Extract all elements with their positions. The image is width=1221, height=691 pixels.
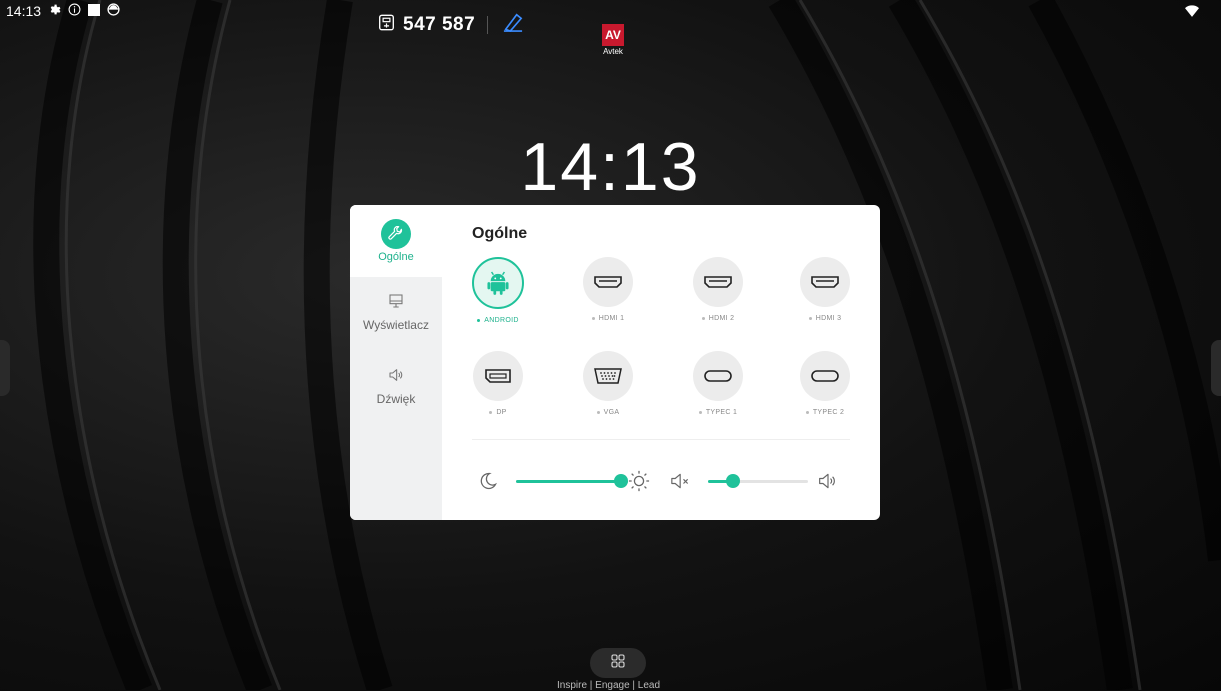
source-dp[interactable]: DP (453, 351, 543, 416)
source-label: VGA (563, 409, 653, 416)
hdmi-icon (800, 257, 850, 307)
slider-fill (516, 480, 628, 483)
sidebar-item-label: Dźwięk (376, 392, 416, 406)
room-code: 547 587 (403, 13, 476, 35)
source-hdmi-3[interactable]: HDMI 3 (780, 257, 870, 322)
source-android[interactable]: ANDROID (453, 257, 543, 324)
right-edge-handle[interactable] (1211, 340, 1221, 396)
brightness-control (478, 469, 650, 493)
volume-icon (818, 471, 838, 496)
pen-icon[interactable] (502, 12, 524, 37)
settings-sidebar: Ogólne Wyświetlacz Dźwięk (350, 205, 442, 520)
brightness-slider[interactable] (516, 469, 628, 493)
mute-icon (670, 471, 692, 496)
wifi-icon (1185, 4, 1199, 21)
divider (487, 15, 489, 34)
monitor-icon (350, 293, 442, 313)
left-edge-handle[interactable] (0, 340, 10, 396)
big-clock: 14:13 (520, 129, 701, 205)
sidebar-item-sound[interactable]: Dźwięk (350, 367, 442, 406)
volume-slider[interactable] (708, 469, 808, 493)
hdmi-icon (583, 257, 633, 307)
volume-control (670, 469, 840, 493)
source-label: TYPEC 1 (673, 409, 763, 416)
source-hdmi-2[interactable]: HDMI 2 (673, 257, 763, 322)
broadcast-icon (378, 14, 395, 36)
source-label: DP (453, 409, 543, 416)
usb-c-icon (693, 351, 743, 401)
brand-tagline: Inspire | Engage | Lead (557, 680, 661, 691)
square-icon[interactable] (88, 3, 101, 19)
settings-panel: Ogólne Wyświetlacz Dźwięk Ogólne ANDROID… (350, 205, 880, 520)
slider-knob[interactable] (726, 474, 740, 488)
panel-title: Ogólne (472, 225, 528, 242)
info-icon[interactable] (68, 3, 81, 19)
source-typec-1[interactable]: TYPEC 1 (673, 351, 763, 416)
source-label: HDMI 3 (780, 315, 870, 322)
vga-icon (583, 351, 633, 401)
gear-icon[interactable] (48, 3, 61, 19)
room-code-bar: 547 587 (378, 12, 524, 37)
source-vga[interactable]: VGA (563, 351, 653, 416)
source-label: ANDROID (453, 317, 543, 324)
android-icon (472, 257, 524, 309)
divider (472, 439, 850, 440)
displayport-icon (473, 351, 523, 401)
sidebar-item-label: Wyświetlacz (363, 318, 429, 332)
camera-icon[interactable] (107, 3, 120, 19)
source-label: HDMI 1 (563, 315, 653, 322)
hdmi-icon (693, 257, 743, 307)
moon-icon (478, 471, 498, 496)
brand-name: Avtek (603, 47, 623, 56)
slider-knob[interactable] (614, 474, 628, 488)
usb-c-icon (800, 351, 850, 401)
status-bar: 14:13 (0, 0, 1221, 22)
speaker-icon (350, 367, 442, 387)
source-typec-2[interactable]: TYPEC 2 (780, 351, 870, 416)
brand-logo: AV Avtek (598, 24, 628, 56)
status-time: 14:13 (6, 3, 42, 19)
source-label: TYPEC 2 (780, 409, 870, 416)
apps-button[interactable] (590, 648, 646, 678)
sidebar-item-general[interactable]: Ogólne (350, 205, 442, 277)
avtek-logo: AV (602, 24, 624, 46)
sidebar-item-label: Ogólne (378, 251, 414, 263)
sidebar-item-display[interactable]: Wyświetlacz (350, 293, 442, 332)
wrench-icon (381, 219, 411, 249)
source-hdmi-1[interactable]: HDMI 1 (563, 257, 653, 322)
apps-grid-icon (611, 653, 625, 673)
source-label: HDMI 2 (673, 315, 763, 322)
sun-icon (628, 470, 650, 497)
